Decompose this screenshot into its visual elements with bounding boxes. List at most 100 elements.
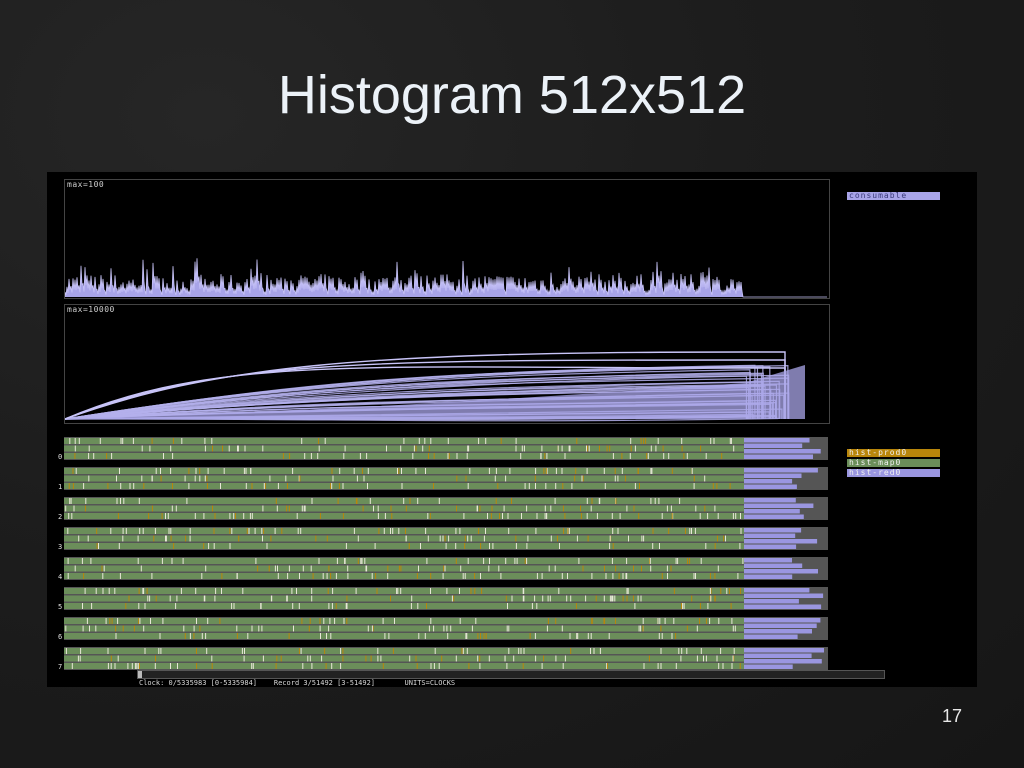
task-tick [586, 498, 588, 504]
task-tick [74, 438, 76, 444]
legend-hist-red0-label: hist-red0 [849, 468, 902, 477]
task-tick [718, 663, 720, 669]
task-tick [212, 445, 213, 452]
task-tick [383, 528, 385, 534]
task-tick [140, 565, 142, 572]
task-tick [68, 483, 70, 489]
task-tick [77, 655, 79, 662]
task-tick [522, 663, 524, 669]
task-tick [682, 603, 684, 609]
task-tick [630, 445, 632, 452]
task-tick [170, 445, 172, 452]
task-tick [219, 618, 221, 624]
lane-label-1: 1 [58, 483, 63, 491]
task-tick [353, 528, 355, 534]
consumable-histogram [65, 258, 827, 298]
task-tick [80, 648, 82, 654]
task-tick [362, 505, 364, 512]
task-tick [617, 528, 619, 534]
task-tick [661, 513, 663, 519]
cumulative-panel: max=10000 [64, 304, 830, 424]
task-tick [323, 618, 325, 624]
reduce-task-bar [744, 634, 798, 639]
task-tick [503, 505, 505, 512]
task-tick [488, 565, 490, 572]
task-tick [460, 565, 462, 572]
task-tick [704, 475, 706, 482]
task-tick [237, 445, 239, 452]
task-tick [397, 588, 399, 594]
task-tick [261, 625, 263, 632]
task-tick [559, 543, 560, 549]
task-tick [490, 513, 492, 519]
task-tick [557, 535, 558, 542]
task-tick [150, 618, 151, 624]
task-tick [465, 633, 467, 639]
map-task-bar [64, 505, 744, 512]
task-tick [189, 535, 191, 542]
task-tick [593, 648, 595, 654]
task-tick [448, 535, 450, 542]
task-tick [562, 483, 564, 489]
task-tick [603, 595, 605, 602]
legend-consumable[interactable]: consumable [847, 192, 940, 200]
map-task-bar [64, 468, 744, 474]
task-tick [541, 663, 543, 669]
task-tick [380, 655, 382, 662]
task-tick [547, 618, 549, 624]
task-tick [308, 625, 310, 632]
task-tick [693, 475, 695, 482]
task-tick [662, 445, 664, 452]
legend-hist-prod0[interactable]: hist-prod0 [847, 449, 940, 457]
task-tick [689, 528, 691, 534]
task-tick [292, 468, 294, 474]
task-tick [220, 483, 221, 489]
task-tick [528, 483, 530, 489]
task-tick [483, 633, 485, 639]
task-tick [330, 573, 332, 579]
task-tick [464, 573, 466, 579]
task-tick [581, 475, 583, 482]
task-tick [534, 595, 536, 602]
task-tick [643, 535, 645, 542]
task-tick [277, 565, 278, 572]
task-tick [170, 528, 172, 534]
task-tick [116, 498, 118, 504]
task-tick [260, 603, 262, 609]
task-tick [398, 565, 400, 572]
task-tick [171, 505, 173, 512]
task-tick [455, 655, 457, 662]
task-tick [576, 438, 578, 444]
task-tick [69, 438, 71, 444]
task-tick [335, 573, 337, 579]
task-tick [445, 543, 447, 549]
task-tick [661, 573, 663, 579]
task-tick [322, 573, 324, 579]
timeline-scrollbar[interactable] [137, 670, 885, 679]
task-tick [564, 453, 566, 459]
task-tick [139, 528, 141, 534]
task-tick [586, 468, 588, 474]
task-tick [201, 633, 203, 639]
reduce-task-bar [744, 533, 796, 538]
task-tick [726, 588, 728, 594]
task-tick [326, 633, 327, 639]
task-tick [360, 558, 362, 564]
task-tick [116, 475, 117, 482]
task-tick [446, 625, 448, 632]
task-tick [596, 513, 598, 519]
task-tick [71, 663, 73, 669]
task-tick [320, 633, 321, 639]
task-tick [138, 588, 140, 594]
task-tick [328, 625, 330, 632]
task-tick [300, 528, 302, 534]
legend-hist-red0[interactable]: hist-red0 [847, 469, 940, 477]
legend-hist-map0[interactable]: hist-map0 [847, 459, 940, 467]
task-tick [149, 445, 151, 452]
timeline-scroll-thumb[interactable] [138, 671, 142, 678]
task-tick [276, 655, 278, 662]
task-tick [186, 498, 188, 504]
task-tick [331, 663, 333, 669]
task-tick [237, 445, 238, 452]
task-tick [366, 453, 368, 459]
